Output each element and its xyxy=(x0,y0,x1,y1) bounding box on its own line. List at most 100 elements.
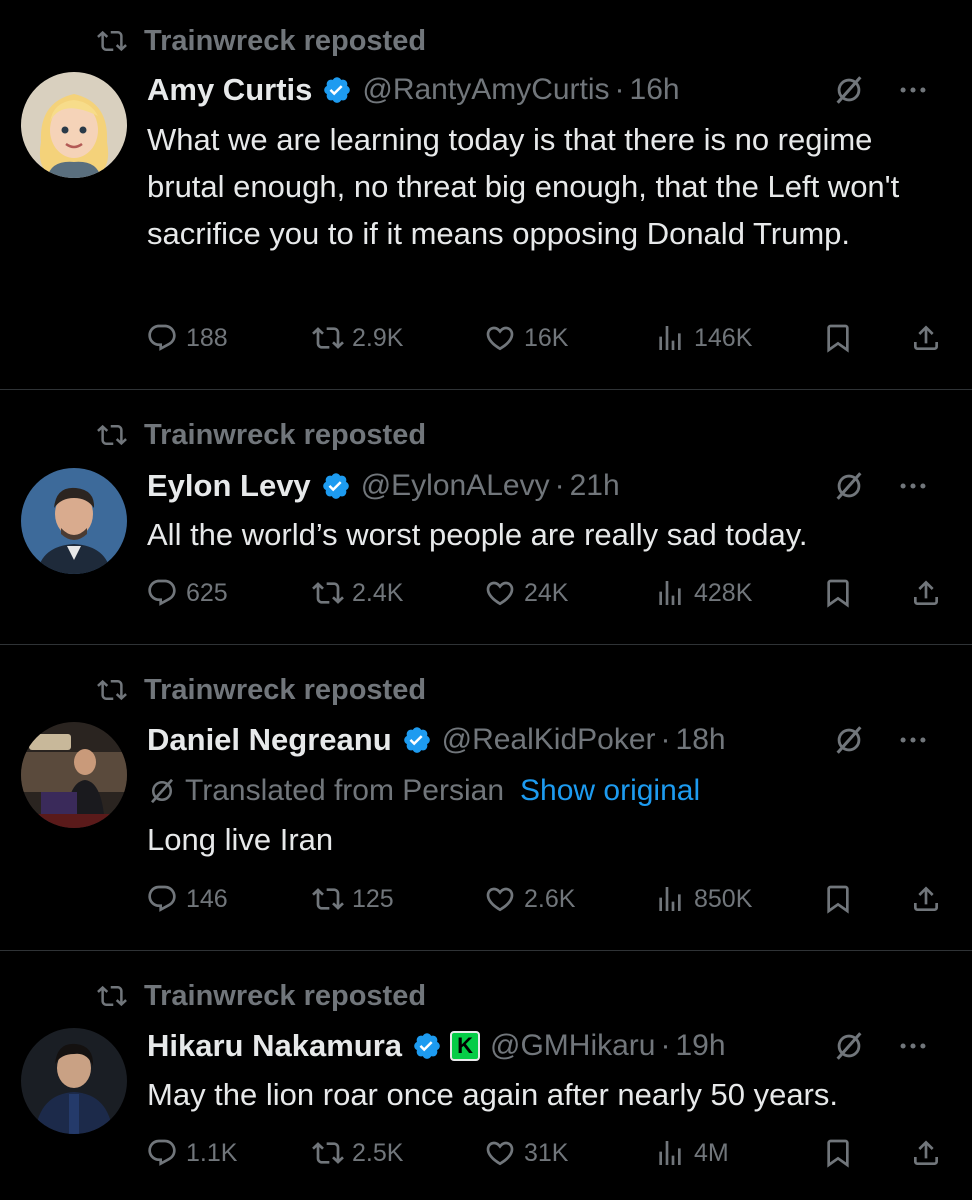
views-icon xyxy=(654,577,686,609)
reply-icon xyxy=(146,322,178,354)
action-bar: 188 2.9K 16K 146K xyxy=(146,322,956,358)
author-handle[interactable]: @RantyAmyCurtis xyxy=(362,73,609,107)
repost-label: Trainwreck reposted xyxy=(92,673,426,707)
avatar[interactable] xyxy=(21,1028,127,1134)
views-icon xyxy=(654,322,686,354)
verified-icon xyxy=(402,725,432,755)
grok-icon[interactable] xyxy=(832,469,866,503)
tweet-text: All the world’s worst people are really … xyxy=(147,517,808,552)
repost-button[interactable]: 2.4K xyxy=(312,577,403,609)
reply-count: 146 xyxy=(186,884,228,913)
reply-button[interactable]: 146 xyxy=(146,883,228,915)
reply-button[interactable]: 1.1K xyxy=(146,1137,237,1169)
repost-text: Trainwreck reposted xyxy=(144,979,427,1012)
grok-icon[interactable] xyxy=(832,1029,866,1063)
views-button[interactable]: 850K xyxy=(654,883,752,915)
more-icon[interactable] xyxy=(896,723,930,757)
more-icon[interactable] xyxy=(896,73,930,107)
heart-icon xyxy=(484,322,516,354)
retweet-icon xyxy=(92,675,132,705)
share-icon xyxy=(910,322,942,354)
like-button[interactable]: 16K xyxy=(484,322,568,354)
verified-icon xyxy=(412,1031,442,1061)
verified-icon xyxy=(321,471,351,501)
verified-icon xyxy=(322,75,352,105)
show-original-link[interactable]: Show original xyxy=(520,774,700,808)
like-count: 24K xyxy=(524,578,569,607)
bookmark-icon xyxy=(822,883,854,915)
repost-button[interactable]: 2.9K xyxy=(312,322,403,354)
reply-icon xyxy=(146,883,178,915)
share-button[interactable] xyxy=(910,883,942,915)
translated-label: Translated from Persian xyxy=(185,774,505,807)
share-button[interactable] xyxy=(910,1137,942,1169)
share-button[interactable] xyxy=(910,577,942,609)
share-icon xyxy=(910,577,942,609)
heart-icon xyxy=(484,1137,516,1169)
avatar[interactable] xyxy=(21,72,127,178)
like-count: 2.6K xyxy=(524,884,576,913)
share-button[interactable] xyxy=(910,322,942,354)
repost-count: 2.4K xyxy=(352,578,404,607)
grok-icon[interactable] xyxy=(832,723,866,757)
author-handle[interactable]: @RealKidPoker xyxy=(442,723,656,757)
retweet-icon xyxy=(312,322,344,354)
author-handle[interactable]: @GMHikaru xyxy=(490,1029,655,1063)
more-icon[interactable] xyxy=(896,1029,930,1063)
tweet-header: Eylon Levy @EylonALevy · 21h xyxy=(147,466,952,506)
grok-icon[interactable] xyxy=(832,73,866,107)
timestamp[interactable]: 19h xyxy=(675,1029,725,1063)
views-icon xyxy=(654,1137,686,1169)
author-handle[interactable]: @EylonALevy xyxy=(361,469,550,503)
retweet-icon xyxy=(92,420,132,450)
tweet-hikaru-nakamura[interactable]: Trainwreck reposted Hikaru Nakamura K @G… xyxy=(0,951,972,1200)
timestamp[interactable]: 16h xyxy=(630,73,680,107)
like-button[interactable]: 2.6K xyxy=(484,883,575,915)
like-button[interactable]: 31K xyxy=(484,1137,568,1169)
tweet-header: Daniel Negreanu @RealKidPoker · 18h xyxy=(147,720,952,760)
views-icon xyxy=(654,883,686,915)
affiliate-badge[interactable]: K xyxy=(450,1031,481,1061)
tweet-daniel-negreanu[interactable]: Trainwreck reposted Daniel Negreanu @Rea… xyxy=(0,645,972,950)
avatar[interactable] xyxy=(21,468,127,574)
reply-count: 625 xyxy=(186,578,228,607)
repost-count: 125 xyxy=(352,884,394,913)
tweet-amy-curtis[interactable]: Trainwreck reposted Amy Curtis @RantyAmy… xyxy=(0,0,972,389)
repost-button[interactable]: 2.5K xyxy=(312,1137,403,1169)
reply-icon xyxy=(146,1137,178,1169)
bookmark-button[interactable] xyxy=(822,1137,854,1169)
more-icon[interactable] xyxy=(896,469,930,503)
author-name[interactable]: Daniel Negreanu xyxy=(147,722,392,758)
bookmark-button[interactable] xyxy=(822,577,854,609)
repost-label: Trainwreck reposted xyxy=(92,24,426,58)
author-name[interactable]: Amy Curtis xyxy=(147,72,312,108)
like-count: 31K xyxy=(524,1138,569,1167)
separator-dot: · xyxy=(554,469,565,502)
views-button[interactable]: 4M xyxy=(654,1137,729,1169)
like-button[interactable]: 24K xyxy=(484,577,568,609)
affiliate-badge-letter: K xyxy=(457,1033,473,1058)
retweet-icon xyxy=(92,26,132,56)
repost-button[interactable]: 125 xyxy=(312,883,394,915)
action-bar: 146 125 2.6K 850K xyxy=(146,883,956,919)
timestamp[interactable]: 18h xyxy=(676,723,726,757)
views-button[interactable]: 146K xyxy=(654,322,752,354)
repost-text: Trainwreck reposted xyxy=(144,24,427,57)
repost-text: Trainwreck reposted xyxy=(144,418,427,451)
author-name[interactable]: Hikaru Nakamura xyxy=(147,1028,402,1064)
views-button[interactable]: 428K xyxy=(654,577,752,609)
bookmark-button[interactable] xyxy=(822,883,854,915)
reply-button[interactable]: 188 xyxy=(146,322,228,354)
reply-count: 1.1K xyxy=(186,1138,238,1167)
bookmark-icon xyxy=(822,1137,854,1169)
avatar[interactable] xyxy=(21,722,127,828)
reply-button[interactable]: 625 xyxy=(146,577,228,609)
author-name[interactable]: Eylon Levy xyxy=(147,468,311,504)
tweet-eylon-levy[interactable]: Trainwreck reposted Eylon Levy @EylonALe… xyxy=(0,390,972,644)
view-count: 4M xyxy=(694,1138,729,1167)
retweet-icon xyxy=(312,883,344,915)
timestamp[interactable]: 21h xyxy=(570,469,620,503)
tweet-header: Amy Curtis @RantyAmyCurtis · 16h xyxy=(147,70,952,110)
repost-count: 2.9K xyxy=(352,323,404,352)
bookmark-button[interactable] xyxy=(822,322,854,354)
